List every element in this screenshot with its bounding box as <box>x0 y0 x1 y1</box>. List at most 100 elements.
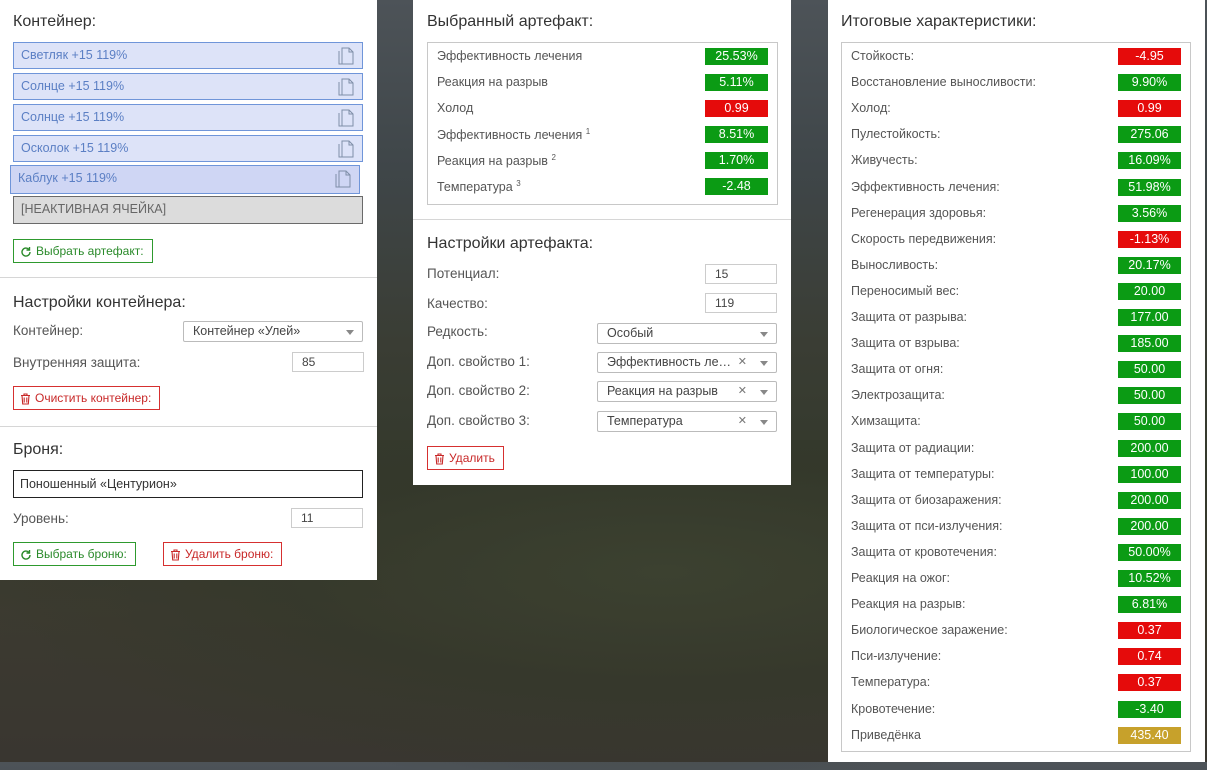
total-stat-row: Химзащита: 50.00 <box>842 409 1190 435</box>
delete-armor-button[interactable]: Удалить броню: <box>163 542 283 566</box>
clear-icon[interactable]: ✕ <box>738 353 747 372</box>
container-slot-5[interactable]: Каблук +15 119% <box>10 165 360 194</box>
choose-armor-label: Выбрать броню: <box>36 547 127 561</box>
stat-name: Защита от огня: <box>851 362 944 377</box>
artifact-panel: Выбранный артефакт: Эффективность лечени… <box>413 0 791 485</box>
stat-value-badge: 50.00 <box>1118 387 1181 405</box>
protection-input[interactable]: 85 <box>292 352 364 372</box>
stat-name: Холод <box>437 101 474 115</box>
divider <box>0 426 377 427</box>
stat-value-badge: 50.00% <box>1118 543 1181 561</box>
artifact-settings-title: Настройки артефакта: <box>427 235 594 252</box>
choose-armor-button[interactable]: Выбрать броню: <box>13 542 136 566</box>
container-select[interactable]: Контейнер «Улей» <box>183 321 363 342</box>
stat-value-badge: 50.00 <box>1118 361 1181 379</box>
total-stat-row: Пси-излучение: 0.74 <box>842 644 1190 670</box>
stat-name: Приведёнка <box>851 727 921 742</box>
document-icon[interactable] <box>338 47 354 65</box>
document-icon[interactable] <box>338 78 354 96</box>
extra1-select[interactable]: Эффективность ле… ✕ <box>597 352 777 373</box>
total-stat-row: Стойкость: -4.95 <box>842 44 1190 70</box>
total-stat-row: Пулестойкость: 275.06 <box>842 122 1190 148</box>
stat-value-badge: 20.17% <box>1118 256 1181 274</box>
choose-artifact-label: Выбрать артефакт: <box>36 244 144 258</box>
stat-name: Электрозащита: <box>851 388 945 403</box>
stat-name: Живучесть: <box>851 153 918 168</box>
choose-artifact-button[interactable]: Выбрать артефакт: <box>13 239 153 263</box>
total-stat-row: Выносливость: 20.17% <box>842 253 1190 279</box>
stat-value-badge: 51.98% <box>1118 178 1181 196</box>
armor-level-input[interactable]: 11 <box>291 508 363 528</box>
total-stat-row: Переносимый вес: 20.00 <box>842 279 1190 305</box>
container-slot-4[interactable]: Осколок +15 119% <box>13 135 363 162</box>
total-stat-row: Защита от кровотечения: 50.00% <box>842 540 1190 566</box>
stat-name: Защита от радиации: <box>851 440 975 455</box>
total-stat-row: Температура: 0.37 <box>842 670 1190 696</box>
stat-value-badge: 0.37 <box>1118 674 1181 692</box>
trash-icon <box>435 453 444 465</box>
extra1-value: Эффективность ле… <box>607 355 732 369</box>
total-stat-row: Защита от взрыва: 185.00 <box>842 331 1190 357</box>
clear-icon[interactable]: ✕ <box>738 412 747 431</box>
container-slot-2[interactable]: Солнце +15 119% <box>13 73 363 100</box>
stat-value-badge: 177.00 <box>1118 309 1181 326</box>
total-stat-row: Кровотечение: -3.40 <box>842 697 1190 723</box>
document-icon[interactable] <box>338 109 354 127</box>
document-icon[interactable] <box>338 140 354 158</box>
stat-name: Эффективность лечения: <box>851 179 1000 194</box>
total-stat-row: Эффективность лечения: 51.98% <box>842 175 1190 201</box>
slot-label: Осколок +15 119% <box>21 141 129 155</box>
total-stat-row: Защита от пси-излучения: 200.00 <box>842 514 1190 540</box>
stat-name: Эффективность лечения <box>437 49 583 63</box>
armor-name-field[interactable]: Поношенный «Центурион» <box>13 470 363 498</box>
stat-value-badge: -4.95 <box>1118 48 1181 65</box>
delete-armor-label: Удалить броню: <box>185 547 274 561</box>
stat-name: Кровотечение: <box>851 701 936 716</box>
total-stat-row: Реакция на ожог: 10.52% <box>842 566 1190 592</box>
slot-label: Солнце +15 119% <box>21 110 125 124</box>
clear-container-button[interactable]: Очистить контейнер: <box>13 386 161 410</box>
stat-value-badge: -3.40 <box>1118 700 1181 718</box>
rarity-select[interactable]: Особый <box>597 323 777 344</box>
extra3-select[interactable]: Температура ✕ <box>597 411 777 432</box>
container-select-value: Контейнер «Улей» <box>193 324 301 338</box>
delete-artifact-label: Удалить <box>449 451 495 465</box>
totals-title: Итоговые характеристики: <box>841 13 1037 30</box>
trash-icon <box>171 549 180 561</box>
stat-name: Температура 3 <box>437 179 521 195</box>
chevron-down-icon <box>760 361 768 366</box>
total-stat-row: Защита от радиации: 200.00 <box>842 436 1190 462</box>
extra1-label: Доп. свойство 1: <box>427 354 530 369</box>
total-stat-row: Защита от огня: 50.00 <box>842 357 1190 383</box>
total-stat-row: Восстановление выносливости: 9.90% <box>842 70 1190 96</box>
chevron-down-icon <box>760 332 768 337</box>
container-slot-3[interactable]: Солнце +15 119% <box>13 104 363 131</box>
clear-icon[interactable]: ✕ <box>738 382 747 401</box>
trash-icon <box>21 393 30 405</box>
artifact-stats-box: Эффективность лечения 25.53% Реакция на … <box>427 42 778 205</box>
inactive-slot: [НЕАКТИВНАЯ ЯЧЕЙКА] <box>13 196 363 224</box>
stat-name: Защита от кровотечения: <box>851 544 997 559</box>
quality-input[interactable]: 119 <box>705 293 777 313</box>
extra2-value: Реакция на разрыв <box>607 384 718 398</box>
total-stat-row: Защита от температуры: 100.00 <box>842 462 1190 488</box>
extra2-select[interactable]: Реакция на разрыв ✕ <box>597 381 777 402</box>
selected-artifact-title: Выбранный артефакт: <box>427 13 594 30</box>
stat-value-badge: 0.74 <box>1118 648 1181 666</box>
delete-artifact-button[interactable]: Удалить <box>427 446 504 470</box>
stat-name: Восстановление выносливости: <box>851 75 1036 90</box>
total-stat-row: Регенерация здоровья: 3.56% <box>842 201 1190 227</box>
divider <box>413 219 791 220</box>
potential-input[interactable]: 15 <box>705 264 777 284</box>
document-icon[interactable] <box>335 170 351 188</box>
stat-name: Переносимый вес: <box>851 283 960 298</box>
stat-name: Защита от пси-излучения: <box>851 518 1003 533</box>
stat-name: Защита от взрыва: <box>851 336 960 351</box>
stat-value-badge: 0.99 <box>1118 100 1181 118</box>
totals-panel: Итоговые характеристики: Стойкость: -4.95… <box>828 0 1205 762</box>
stat-value-badge: 0.37 <box>1118 622 1181 640</box>
container-slot-1[interactable]: Светляк +15 119% <box>13 42 363 69</box>
stat-value-badge: 1.70% <box>705 152 768 169</box>
quality-label: Качество: <box>427 296 488 311</box>
total-stat-row: Скорость передвижения: -1.13% <box>842 227 1190 253</box>
